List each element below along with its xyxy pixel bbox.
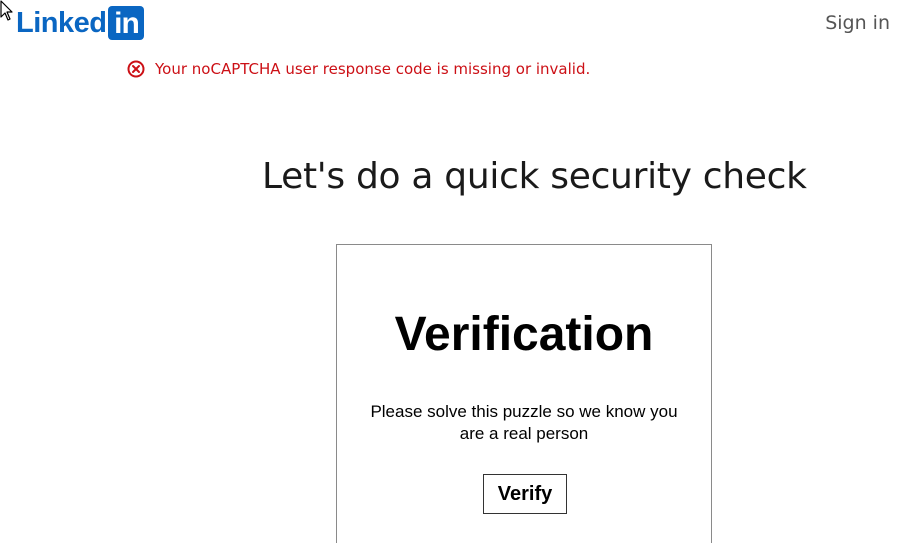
verification-card: Verification Please solve this puzzle so… <box>336 244 712 543</box>
mouse-cursor-icon <box>0 0 13 21</box>
verification-heading: Verification <box>394 308 654 361</box>
sign-in-link[interactable]: Sign in <box>825 12 890 34</box>
error-circle-x-icon <box>127 60 145 78</box>
logo-wordmark: Linked <box>16 7 107 39</box>
linkedin-logo[interactable]: Linked in <box>16 5 145 41</box>
verify-button[interactable]: Verify <box>483 474 567 514</box>
page-title: Let's do a quick security check <box>262 156 807 197</box>
error-message: Your noCAPTCHA user response code is mis… <box>155 60 591 78</box>
verification-instructions: Please solve this puzzle so we know you … <box>370 402 678 443</box>
error-banner: Your noCAPTCHA user response code is mis… <box>127 60 590 78</box>
logo-in-box: in <box>108 6 145 40</box>
page: Linked in Sign in Your noCAPTCHA user re… <box>0 0 900 543</box>
